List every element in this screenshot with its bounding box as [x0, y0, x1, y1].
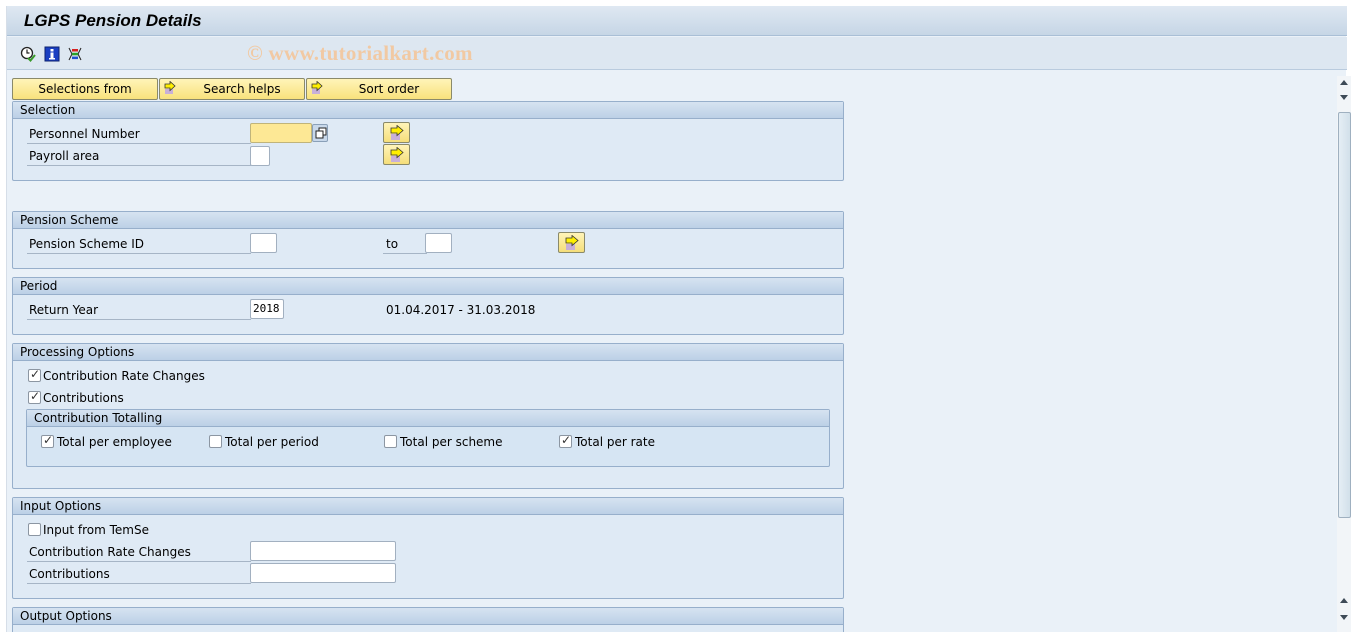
- return-year-label: Return Year: [29, 303, 99, 317]
- scroll-down-button[interactable]: [1337, 610, 1351, 624]
- label-underline: [27, 253, 251, 254]
- contributions-label: Contributions: [43, 391, 124, 405]
- input-rate-changes-field[interactable]: [250, 541, 396, 561]
- personnel-number-label: Personnel Number: [29, 127, 140, 141]
- scroll-thumb[interactable]: [1338, 112, 1351, 518]
- contribution-totalling-title: Contribution Totalling: [27, 410, 829, 427]
- triangle-up-icon: [1340, 80, 1348, 85]
- pension-scheme-group: Pension Scheme Pension Scheme ID to: [12, 211, 844, 269]
- processing-options-group-title: Processing Options: [13, 344, 843, 361]
- arrow-right-icon: [390, 125, 404, 140]
- arrow-right-icon: [390, 147, 404, 162]
- info-icon[interactable]: [44, 46, 60, 62]
- contribution-totalling-group: Contribution Totalling Total per employe…: [26, 409, 830, 467]
- total-per-employee-label: Total per employee: [57, 435, 172, 449]
- pension-scheme-multiselect-button[interactable]: [558, 232, 585, 253]
- input-options-group: Input Options Input from TemSe Contribut…: [12, 497, 844, 599]
- processing-options-group: Processing Options Contribution Rate Cha…: [12, 343, 844, 489]
- arrow-right-icon: [311, 80, 323, 101]
- search-helps-button[interactable]: Search helps: [159, 78, 305, 100]
- pension-scheme-id-to-input[interactable]: [425, 233, 452, 253]
- input-contributions-field[interactable]: [250, 563, 396, 583]
- output-options-group: Output Options: [12, 607, 844, 632]
- total-per-period-checkbox[interactable]: [209, 435, 222, 448]
- label-underline: [383, 253, 427, 254]
- selections-from-label: Selections from: [38, 82, 132, 96]
- return-year-input[interactable]: 2018: [250, 299, 284, 319]
- total-per-rate-checkbox[interactable]: [559, 433, 572, 448]
- vertical-scrollbar[interactable]: [1337, 76, 1351, 632]
- total-per-period-label: Total per period: [225, 435, 319, 449]
- multiple-selection-icon[interactable]: [312, 124, 328, 142]
- payroll-area-input[interactable]: [250, 146, 270, 166]
- payroll-area-multiselect-button[interactable]: [383, 144, 410, 165]
- period-group: Period Return Year 2018 01.04.2017 - 31.…: [12, 277, 844, 335]
- to-label: to: [386, 237, 399, 251]
- period-range-text: 01.04.2017 - 31.03.2018: [386, 303, 536, 317]
- watermark: © www.tutorialkart.com: [247, 41, 473, 65]
- personnel-number-multiselect-button[interactable]: [383, 122, 410, 143]
- input-rate-changes-label: Contribution Rate Changes: [29, 545, 191, 559]
- execute-icon[interactable]: [20, 46, 36, 62]
- sap-window: LGPS Pension Details © www.tutorialkart.…: [6, 6, 1351, 632]
- selections-from-button[interactable]: Selections from: [12, 78, 158, 100]
- arrow-right-icon: [565, 235, 579, 250]
- input-from-temse-label: Input from TemSe: [43, 523, 149, 537]
- scroll-page-up-button[interactable]: [1337, 90, 1351, 104]
- total-per-scheme-label: Total per scheme: [400, 435, 503, 449]
- total-per-scheme-checkbox[interactable]: [384, 435, 397, 448]
- scroll-page-down-button[interactable]: [1337, 594, 1351, 608]
- personnel-number-input[interactable]: [250, 123, 312, 143]
- label-underline: [27, 165, 251, 166]
- payroll-area-label: Payroll area: [29, 149, 100, 163]
- period-group-title: Period: [13, 278, 843, 295]
- title-bar: LGPS Pension Details: [7, 6, 1347, 36]
- selection-group: Selection Personnel Number Payroll area: [12, 101, 844, 181]
- total-per-employee-checkbox[interactable]: [41, 433, 54, 448]
- sort-order-label: Sort order: [358, 82, 420, 96]
- scroll-up-button[interactable]: [1337, 76, 1351, 90]
- page-title: LGPS Pension Details: [24, 11, 202, 30]
- total-per-rate-label: Total per rate: [575, 435, 655, 449]
- arrow-right-icon: [164, 80, 176, 101]
- output-options-group-title: Output Options: [13, 608, 843, 625]
- input-contributions-label: Contributions: [29, 567, 110, 581]
- triangle-up-icon: [1340, 598, 1348, 603]
- label-underline: [27, 561, 251, 562]
- search-helps-label: Search helps: [203, 82, 281, 96]
- triangle-down-icon: [1340, 95, 1348, 100]
- contributions-checkbox[interactable]: [28, 389, 41, 404]
- contribution-rate-changes-checkbox[interactable]: [28, 367, 41, 382]
- sort-order-button[interactable]: Sort order: [306, 78, 452, 100]
- input-options-group-title: Input Options: [13, 498, 843, 515]
- application-toolbar: © www.tutorialkart.com: [7, 37, 1347, 70]
- triangle-down-icon: [1340, 615, 1348, 620]
- input-from-temse-checkbox[interactable]: [28, 523, 41, 536]
- label-underline: [27, 319, 251, 320]
- pension-scheme-group-title: Pension Scheme: [13, 212, 843, 229]
- contribution-rate-changes-label: Contribution Rate Changes: [43, 369, 205, 383]
- label-underline: [27, 143, 251, 144]
- pension-scheme-id-from-input[interactable]: [250, 233, 277, 253]
- selection-group-title: Selection: [13, 102, 843, 119]
- pension-scheme-id-label: Pension Scheme ID: [29, 237, 145, 251]
- selection-options-icon[interactable]: [67, 46, 83, 62]
- label-underline: [27, 583, 251, 584]
